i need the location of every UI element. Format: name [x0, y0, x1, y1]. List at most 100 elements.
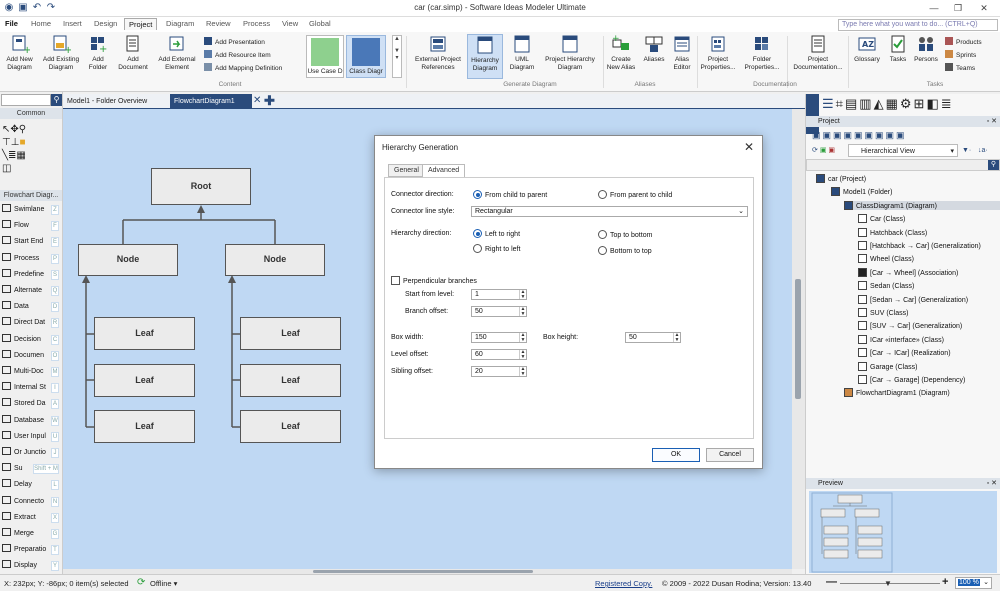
horizontal-scroll-thumb[interactable]: [313, 570, 533, 573]
external-project-references-button[interactable]: External Project References: [412, 34, 464, 72]
common-tools[interactable]: ↖✥⚲ ⊤⊥■ ╲≣▦ ◫: [2, 123, 26, 175]
left-to-right-radio[interactable]: Left to right: [473, 229, 520, 238]
tree-item[interactable]: Hatchback (Class): [858, 227, 927, 237]
sprints-button[interactable]: Sprints: [945, 50, 976, 59]
ok-button[interactable]: OK: [652, 448, 700, 462]
connector-icon[interactable]: ⊤: [2, 137, 11, 148]
zoom-select[interactable]: 100 % ⌄: [955, 577, 992, 589]
sort-icon[interactable]: ↓a·: [978, 144, 988, 157]
aliases-dropdown[interactable]: Aliases: [641, 34, 667, 64]
tool-start-end[interactable]: Start End E: [2, 235, 60, 249]
expand-icon[interactable]: ▣: [820, 147, 827, 154]
perpendicular-branches-checkbox[interactable]: Perpendicular branches: [391, 276, 477, 285]
top-to-bottom-radio[interactable]: Top to bottom: [598, 230, 652, 239]
tab-general[interactable]: General: [388, 164, 425, 177]
library-icon[interactable]: ▦: [886, 96, 900, 111]
toolbox-common-header[interactable]: Common: [0, 108, 62, 119]
tool-decision[interactable]: Decision C: [2, 333, 60, 347]
registered-copy-link[interactable]: Registered Copy.: [595, 579, 652, 588]
frame-icon[interactable]: ◫: [2, 163, 11, 174]
tool-user-inpul[interactable]: User Inpul U: [2, 430, 60, 444]
connector-line-style-select[interactable]: Rectangular ⌄: [471, 206, 748, 217]
use-case-diagram-gallery-item[interactable]: Use Case D: [306, 35, 344, 78]
tree-item[interactable]: [Car → ICar] (Realization): [858, 348, 951, 358]
tree-item[interactable]: [Hatchback → Car] (Generalization): [858, 241, 981, 250]
add-presentation-button[interactable]: Add Presentation: [204, 37, 265, 46]
tree-item[interactable]: [Car → Wheel] (Association): [858, 267, 958, 277]
leaf-left-1[interactable]: Leaf: [94, 317, 195, 350]
glossary-button[interactable]: AZ Glossary: [851, 34, 883, 64]
leaf-left-2[interactable]: Leaf: [94, 364, 195, 397]
refresh-icon[interactable]: ⟳: [812, 147, 818, 154]
alias-editor-button[interactable]: Alias Editor: [669, 34, 695, 72]
tree-item[interactable]: [Sedan → Car] (Generalization): [858, 294, 968, 304]
add-existing-diagram-button[interactable]: + Add Existing Diagram: [41, 34, 81, 72]
diagram-view-icon[interactable]: ⌗: [836, 96, 845, 111]
tool-preparatio[interactable]: Preparatio T: [2, 543, 60, 557]
uml-diagram-button[interactable]: UML Diagram: [507, 34, 537, 72]
from-parent-to-child-radio[interactable]: From parent to child: [598, 190, 672, 199]
add-mapping-definition-button[interactable]: Add Mapping Definition: [204, 63, 282, 72]
tree-item[interactable]: FlowchartDiagram1 (Diagram): [844, 388, 950, 398]
style-icon[interactable]: ◭: [874, 96, 886, 111]
tree-item[interactable]: Garage (Class): [858, 361, 917, 371]
spinner-icon[interactable]: ▲ ▼: [673, 333, 680, 342]
collapse-icon[interactable]: ▣: [828, 147, 835, 154]
hierarchy-diagram-button[interactable]: Hierarchy Diagram: [467, 34, 503, 79]
node-right[interactable]: Node: [225, 244, 325, 276]
tree-item[interactable]: Model1 (Folder): [831, 187, 892, 197]
tab-file[interactable]: File: [5, 19, 18, 28]
spinner-icon[interactable]: ▲ ▼: [519, 350, 526, 359]
tool-process[interactable]: Process P: [2, 252, 60, 266]
canvas-vertical-scrollbar[interactable]: [792, 109, 805, 569]
tool-stored-da[interactable]: Stored Da A: [2, 397, 60, 411]
tool-predefine[interactable]: Predefine S: [2, 268, 60, 282]
tool-su[interactable]: Su Shift + M: [2, 462, 60, 476]
vertical-scroll-thumb[interactable]: [795, 279, 801, 399]
tree-item[interactable]: ICar «interface» (Class): [858, 334, 944, 344]
tab-view[interactable]: View: [282, 19, 298, 28]
tab-insert[interactable]: Insert: [63, 19, 82, 28]
level-offset-input[interactable]: 60 ▲ ▼: [471, 349, 527, 360]
box-height-input[interactable]: 50 ▲ ▼: [625, 332, 681, 343]
leaf-right-1[interactable]: Leaf: [240, 317, 341, 350]
filter-icon[interactable]: ▼·: [962, 144, 971, 157]
root-node[interactable]: Root: [151, 168, 251, 205]
toolbox-flowchart-header[interactable]: Flowchart Diagr...: [0, 190, 62, 201]
tree-item[interactable]: [Car → Garage] (Dependency): [858, 375, 965, 384]
dialog-close-icon[interactable]: ✕: [744, 140, 754, 154]
tool-data[interactable]: Data D: [2, 300, 60, 314]
sibling-offset-input[interactable]: 20 ▲ ▼: [471, 366, 527, 377]
teams-button[interactable]: Teams: [945, 63, 975, 72]
close-window-icon[interactable]: ✕: [974, 2, 994, 14]
preview-pin-icon[interactable]: ▫ ✕: [987, 478, 997, 489]
list-icon[interactable]: ≣: [941, 96, 954, 111]
offline-status[interactable]: Offline ▾: [150, 579, 177, 588]
tree-item[interactable]: Car (Class): [858, 214, 905, 224]
tool-multi-doc[interactable]: Multi-Doc M: [2, 365, 60, 379]
start-from-level-input[interactable]: 1 ▲ ▼: [471, 289, 527, 300]
new-tab-icon[interactable]: ✚: [264, 93, 275, 109]
box-width-input[interactable]: 150 ▲ ▼: [471, 332, 527, 343]
spinner-icon[interactable]: ▲ ▼: [519, 367, 526, 376]
add-folder-button[interactable]: + Add Folder: [84, 34, 112, 72]
folder-properties-button[interactable]: Folder Properties...: [741, 34, 783, 72]
project-hierarchy-diagram-button[interactable]: Project Hierarchy Diagram: [541, 34, 599, 72]
zoom-slider-thumb[interactable]: ▼: [884, 579, 892, 588]
tree-item[interactable]: Wheel (Class): [858, 254, 914, 264]
format-icon[interactable]: ◧: [926, 96, 940, 111]
minimize-icon[interactable]: —: [924, 2, 944, 14]
move-icon[interactable]: ✥: [10, 124, 18, 135]
zoom-out-icon[interactable]: —: [826, 576, 837, 588]
tool-database[interactable]: Database W: [2, 414, 60, 428]
tool-alternate[interactable]: Alternate Q: [2, 284, 60, 298]
tool-direct-dat[interactable]: Direct Dat R: [2, 316, 60, 330]
from-child-to-parent-radio[interactable]: From child to parent: [473, 190, 547, 199]
tool-documen[interactable]: Documen O: [2, 349, 60, 363]
doc-view-icon[interactable]: ▥: [859, 96, 873, 111]
leaf-right-3[interactable]: Leaf: [240, 410, 341, 443]
cancel-button[interactable]: Cancel: [706, 448, 754, 462]
tree-item[interactable]: [SUV → Car] (Generalization): [858, 321, 962, 331]
add-new-diagram-button[interactable]: + Add New Diagram: [3, 34, 36, 72]
add-external-element-button[interactable]: Add External Element: [155, 34, 199, 72]
